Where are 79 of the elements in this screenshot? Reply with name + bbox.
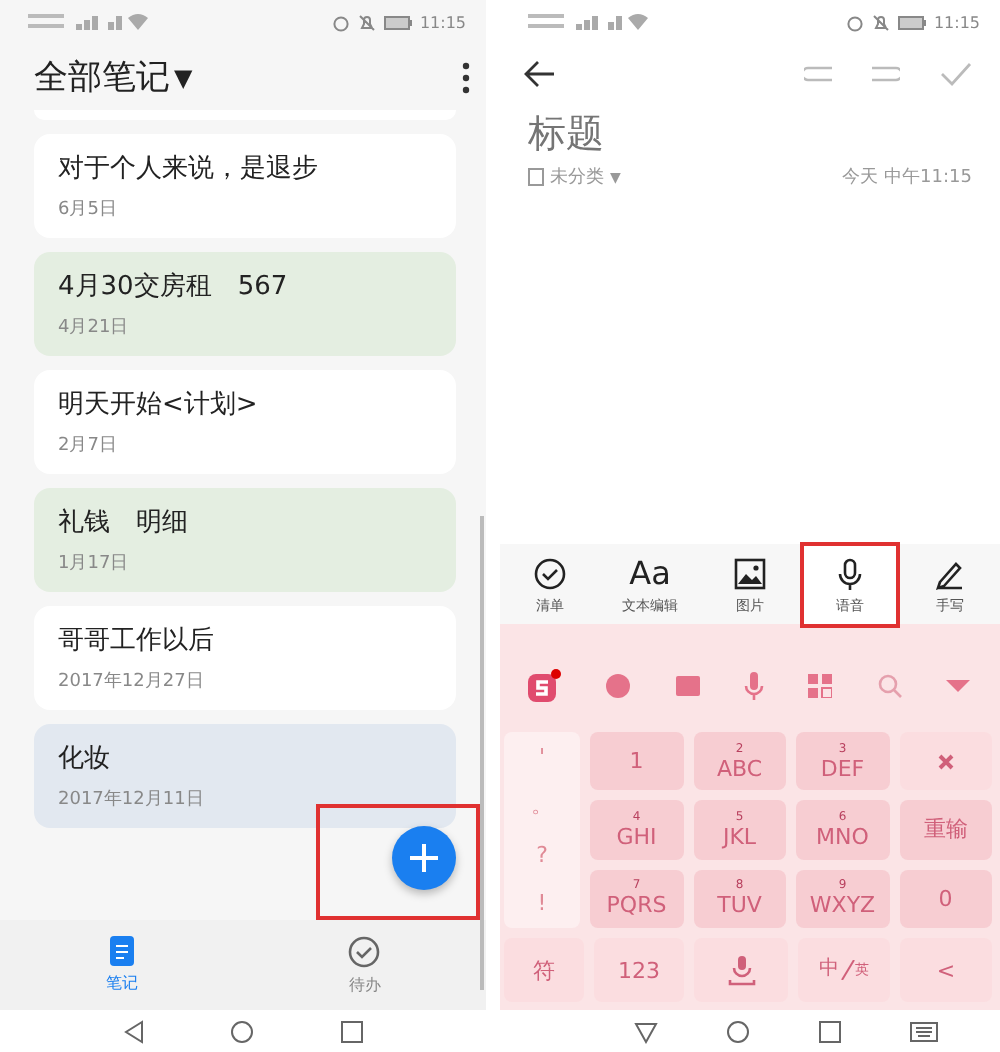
- bell-off-icon: [871, 13, 890, 31]
- status-time: 11:15: [933, 13, 980, 31]
- timestamp: 今天 中午11:15: [842, 165, 972, 190]
- recents-nav-icon: [339, 1019, 364, 1043]
- signal-icon: [528, 12, 648, 32]
- note-card[interactable]: 4月30交房租 567 4月21日: [34, 252, 456, 356]
- plus-icon: [410, 844, 438, 872]
- pen-icon: [934, 557, 966, 589]
- bottom-tab[interactable]: 待办: [243, 920, 486, 1010]
- apps-grid-icon: [808, 674, 833, 698]
- symbol-key[interactable]: !: [504, 879, 580, 928]
- note-card[interactable]: 化妆 2017年12月11日: [34, 724, 456, 828]
- battery-icon: [383, 15, 412, 29]
- keyboard-key[interactable]: <: [900, 938, 992, 1002]
- search-icon: [877, 674, 902, 698]
- note-date: 4月21日: [58, 316, 131, 340]
- delete-x-icon: [935, 751, 956, 772]
- undo-icon: [804, 64, 832, 84]
- note-title: 4月30交房租 567: [58, 270, 290, 304]
- microphone-icon: [725, 954, 757, 986]
- space-key[interactable]: [694, 938, 788, 1002]
- symbol-key[interactable]: ': [504, 732, 580, 781]
- document-icon: [109, 936, 134, 966]
- keyboard-logo-icon: [526, 668, 563, 704]
- note-date: 6月5日: [58, 198, 119, 222]
- home-nav-icon: [726, 1019, 750, 1043]
- check-circle-icon: [348, 935, 381, 967]
- note-title: 礼钱 明细: [58, 506, 190, 540]
- keyboard-icon: [910, 1021, 938, 1041]
- note-date: 2017年12月27日: [58, 669, 206, 694]
- image-icon: [734, 557, 766, 589]
- bookmark-icon: [528, 168, 544, 186]
- alarm-icon: [331, 13, 350, 31]
- collapse-arrow-icon: [945, 678, 970, 694]
- recents-nav-icon: [818, 1019, 842, 1043]
- slash-icon: [839, 960, 855, 980]
- microphone-icon: [834, 557, 866, 589]
- home-nav-icon: [230, 1019, 255, 1043]
- note-card[interactable]: 明天开始<计划> 2月7日: [34, 370, 456, 474]
- back-nav-icon: [634, 1019, 658, 1043]
- note-date: 1月17日: [58, 552, 131, 576]
- keyboard-key[interactable]: 1: [590, 732, 683, 791]
- back-arrow-icon: [524, 60, 556, 88]
- signal-icon: [28, 12, 148, 32]
- bottom-tab[interactable]: 笔记: [0, 920, 243, 1010]
- symbol-key[interactable]: 。: [504, 781, 580, 830]
- microphone-icon: [743, 672, 764, 700]
- keyboard-key[interactable]: 0: [899, 869, 992, 928]
- note-card[interactable]: 哥哥工作以后 2017年12月27日: [34, 606, 456, 710]
- font-glyph: Aa: [629, 557, 671, 589]
- more-icon: [462, 61, 470, 93]
- note-title: 哥哥工作以后: [58, 624, 216, 658]
- bell-off-icon: [357, 13, 376, 31]
- note-date: 2月7日: [58, 434, 119, 458]
- check-circle-icon: [534, 557, 566, 589]
- symbol-key[interactable]: ?: [504, 830, 580, 879]
- category-label[interactable]: 未分类: [550, 164, 604, 190]
- checkmark-icon: [940, 62, 972, 86]
- title-field[interactable]: 标题: [500, 104, 1000, 156]
- alarm-icon: [845, 13, 864, 31]
- keyboard-key[interactable]: 重输: [899, 800, 992, 860]
- back-nav-icon: [122, 1019, 147, 1043]
- emoji-icon: [606, 674, 631, 698]
- keyboard-icon: [675, 676, 700, 696]
- status-time: 11:15: [419, 13, 466, 31]
- note-title: 对于个人来说，是退步: [58, 152, 320, 186]
- note-date: 2017年12月11日: [58, 787, 206, 812]
- battery-icon: [897, 15, 926, 29]
- delete-key[interactable]: [899, 732, 992, 791]
- keyboard-key[interactable]: 123: [594, 938, 684, 1002]
- keyboard-key[interactable]: 符: [504, 938, 584, 1002]
- redo-icon: [872, 64, 900, 84]
- notes-title[interactable]: 全部笔记: [34, 54, 170, 100]
- note-card[interactable]: 礼钱 明细 1月17日: [34, 488, 456, 592]
- note-title: 明天开始<计划>: [58, 388, 260, 422]
- note-card[interactable]: 对于个人来说，是退步 6月5日: [34, 134, 456, 238]
- add-note-button[interactable]: [392, 826, 456, 890]
- dropdown-arrow[interactable]: ▼: [174, 63, 193, 91]
- note-title: 化妆: [58, 742, 112, 776]
